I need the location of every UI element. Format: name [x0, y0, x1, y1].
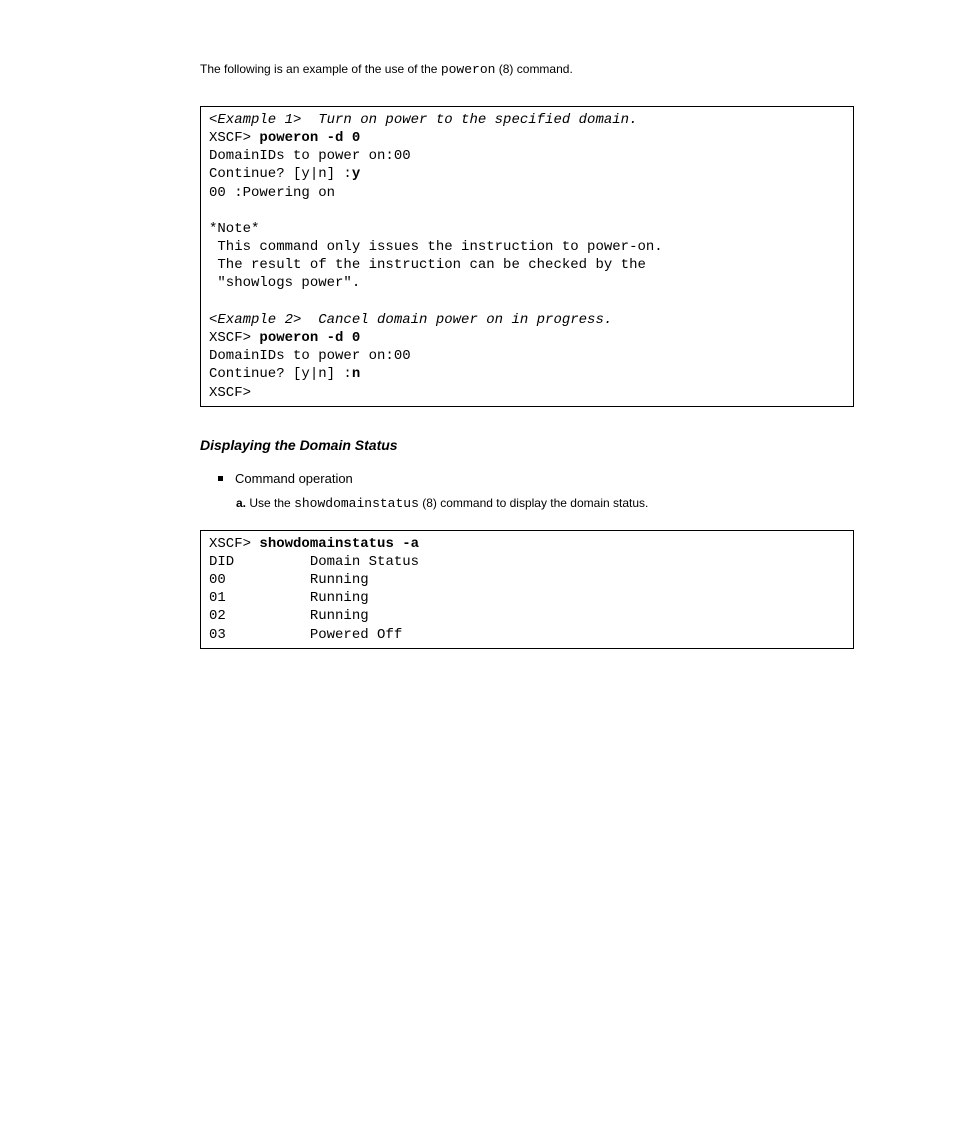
table-header-did: DID: [209, 554, 234, 570]
command-text: poweron -d 0: [259, 130, 360, 146]
code-block-domain-status: XSCF> showdomainstatus -a DID Domain Sta…: [200, 530, 854, 649]
intro-command: poweron: [441, 62, 496, 77]
output-line: 00 :Powering on: [209, 185, 335, 201]
output-line: DomainIDs to power on:00: [209, 348, 411, 364]
prompt: XSCF>: [209, 536, 259, 552]
note-line: The result of the instruction can be che…: [209, 257, 654, 273]
intro-prefix: The following is an example of the use o…: [200, 62, 441, 76]
command-text: poweron -d 0: [259, 330, 360, 346]
output-line: DomainIDs to power on:00: [209, 148, 411, 164]
intro-suffix: (8) command.: [499, 62, 573, 76]
example-1-heading: <Example 1> Turn on power to the specifi…: [209, 112, 637, 128]
output-line: Continue? [y|n] :: [209, 366, 352, 382]
step-marker: a.: [236, 496, 246, 510]
step-paragraph: a. Use the showdomainstatus (8) command …: [236, 494, 854, 515]
bullet-item: Command operation: [218, 471, 854, 486]
user-input: y: [352, 166, 360, 182]
step-command: showdomainstatus: [294, 496, 419, 511]
bullet-icon: [218, 476, 223, 481]
table-row: 00 Running: [209, 572, 369, 588]
intro-paragraph: The following is an example of the use o…: [200, 60, 854, 81]
note-line: "showlogs power".: [209, 275, 360, 291]
output-line: Continue? [y|n] :: [209, 166, 352, 182]
table-row: 02 Running: [209, 608, 369, 624]
note-label: *Note*: [209, 221, 259, 237]
step-text-prefix: Use the: [249, 496, 294, 510]
prompt: XSCF>: [209, 385, 259, 401]
step-text-suffix: (8) command to display the domain status…: [422, 496, 648, 510]
table-row: 01 Running: [209, 590, 369, 606]
prompt: XSCF>: [209, 330, 259, 346]
bullet-label: Command operation: [235, 471, 353, 486]
example-2-heading: <Example 2> Cancel domain power on in pr…: [209, 312, 612, 328]
code-block-example-1-2: <Example 1> Turn on power to the specifi…: [200, 106, 854, 407]
table-row: 03 Powered Off: [209, 627, 402, 643]
section-heading: Displaying the Domain Status: [200, 437, 854, 453]
command-text: showdomainstatus -a: [259, 536, 419, 552]
table-header-status: Domain Status: [310, 554, 419, 570]
note-line: This command only issues the instruction…: [209, 239, 663, 255]
prompt: XSCF>: [209, 130, 259, 146]
user-input: n: [352, 366, 360, 382]
